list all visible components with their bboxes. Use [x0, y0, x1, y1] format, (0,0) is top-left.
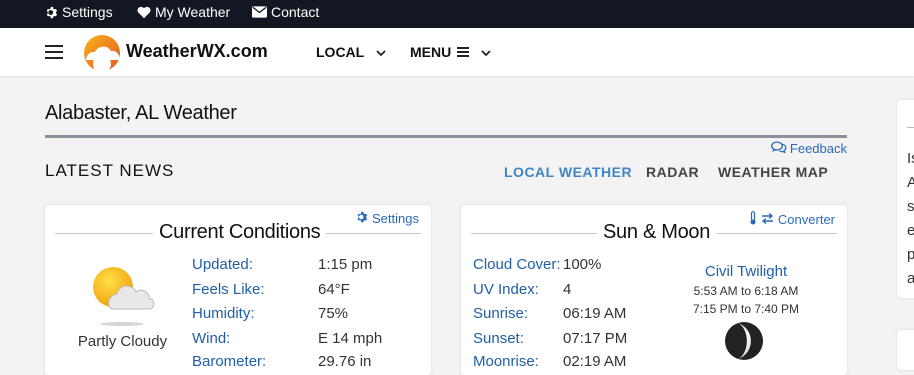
- gear-icon: [356, 211, 368, 226]
- feels-like-label: Feels Like:: [192, 281, 265, 298]
- tab-weather-map[interactable]: WEATHER MAP: [718, 164, 828, 180]
- main-nav: WeatherWX.com LOCAL MENU: [0, 28, 914, 76]
- updated-value: 1:15 pm: [318, 256, 373, 273]
- cloud-cover-value: 100%: [563, 256, 602, 273]
- site-logo[interactable]: [83, 34, 120, 73]
- converter-link[interactable]: Converter: [749, 211, 835, 228]
- condition-text: Partly Cloudy: [77, 333, 168, 350]
- sidebar-text: e: [907, 222, 914, 239]
- conditions-settings-label: Settings: [372, 211, 419, 226]
- feels-like-value: 64°F: [318, 281, 350, 298]
- comments-icon: [770, 141, 787, 156]
- moon-phase-icon: [724, 321, 764, 361]
- thermometer-icon: [749, 211, 757, 228]
- updated-label: Updated:: [192, 256, 253, 273]
- twilight-morning: 5:53 AM to 6:18 AM: [693, 284, 799, 298]
- local-menu-label: LOCAL: [316, 44, 365, 60]
- feedback-link[interactable]: Feedback: [770, 141, 847, 156]
- contact-label: Contact: [271, 4, 320, 20]
- wind-label: Wind:: [192, 330, 231, 347]
- hamburger-menu-icon[interactable]: [45, 45, 63, 59]
- settings-label: Settings: [62, 4, 113, 20]
- heart-icon: [137, 6, 151, 19]
- sidebar-card-2: [897, 330, 914, 370]
- sidebar-text: p: [907, 246, 914, 263]
- sidebar-text: Is: [907, 150, 914, 167]
- uv-index-value: 4: [563, 281, 572, 298]
- sun-moon-title: Sun & Moon: [597, 221, 717, 244]
- sunset-value: 07:17 PM: [563, 330, 628, 347]
- current-conditions-card: Settings Current Conditions Partly Cloud…: [45, 205, 431, 375]
- tab-radar[interactable]: RADAR: [646, 164, 699, 180]
- cloud-cover-label: Cloud Cover:: [473, 256, 561, 273]
- sidebar-card: Is A s e p a: [897, 100, 914, 298]
- uv-index-label: UV Index:: [473, 281, 539, 298]
- wind-value: E 14 mph: [318, 330, 383, 347]
- sunset-label: Sunset:: [473, 330, 524, 347]
- converter-label: Converter: [777, 212, 835, 227]
- twilight-evening: 7:15 PM to 7:40 PM: [692, 302, 800, 316]
- title-divider: [45, 135, 847, 138]
- tab-local-weather[interactable]: LOCAL WEATHER: [504, 164, 632, 180]
- top-bar: Settings My Weather Contact: [0, 0, 914, 28]
- humidity-label: Humidity:: [192, 305, 255, 322]
- sidebar-text: s: [907, 198, 914, 215]
- sidebar-text: A: [907, 174, 914, 191]
- main-menu-label: MENU: [410, 44, 452, 60]
- list-icon: [457, 44, 470, 60]
- exchange-icon: [761, 212, 774, 227]
- settings-link[interactable]: Settings: [45, 4, 113, 20]
- contact-link[interactable]: Contact: [252, 4, 319, 20]
- my-weather-link[interactable]: My Weather: [137, 4, 230, 20]
- sunrise-label: Sunrise:: [473, 305, 529, 322]
- envelope-icon: [252, 6, 267, 18]
- sidebar-text: a: [907, 270, 914, 287]
- humidity-value: 75%: [318, 305, 349, 322]
- my-weather-label: My Weather: [155, 4, 231, 20]
- sidebar-card-line: [907, 127, 914, 128]
- sunrise-value: 06:19 AM: [563, 305, 627, 322]
- sun-moon-card: Converter Sun & Moon Cloud Cover: 100% U…: [461, 205, 847, 375]
- page-title: Alabaster, AL Weather: [45, 102, 237, 124]
- gear-icon: [45, 6, 58, 19]
- site-brand[interactable]: WeatherWX.com: [126, 41, 268, 62]
- current-conditions-title: Current Conditions: [153, 221, 327, 244]
- local-menu[interactable]: LOCAL: [316, 44, 386, 60]
- chevron-down-icon: [376, 44, 386, 60]
- partly-cloudy-icon: [89, 261, 155, 327]
- feedback-label: Feedback: [789, 141, 847, 156]
- civil-twilight-title: Civil Twilight: [704, 263, 788, 280]
- main-menu[interactable]: MENU: [410, 44, 491, 60]
- conditions-settings-link[interactable]: Settings: [356, 211, 419, 226]
- chevron-down-icon: [481, 44, 491, 60]
- latest-news-heading: LATEST NEWS: [45, 161, 175, 180]
